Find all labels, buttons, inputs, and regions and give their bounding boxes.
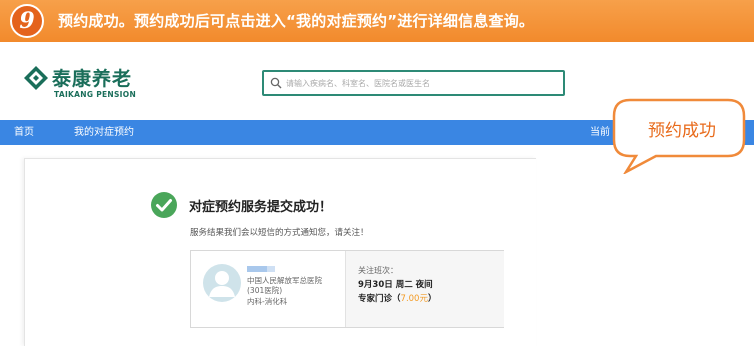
department: 内科-消化科 <box>247 297 288 306</box>
search-icon[interactable] <box>270 77 282 89</box>
search-box[interactable] <box>262 70 565 96</box>
clinic-fee-row: 专家门诊（7.00元） <box>358 292 436 304</box>
logo-chinese-text: 泰康养老 <box>52 68 133 90</box>
shift-info: 关注班次： 9月30日 周二 夜间 专家门诊（7.00元） <box>345 251 504 327</box>
callout-bubble: 预约成功 <box>612 98 746 174</box>
success-subtitle: 服务结果我们会以短信的方式通知您，请关注！ <box>190 228 369 238</box>
doctor-name-redacted <box>267 266 275 272</box>
clinic-type: 专家门诊 <box>358 294 393 304</box>
success-check-icon <box>151 192 177 218</box>
nav-item-current[interactable]: 当前 <box>590 120 610 145</box>
doctor-avatar-icon <box>203 264 241 302</box>
nav-item-my-booking[interactable]: 我的对症预约 <box>74 120 134 145</box>
doctor-name-redacted <box>247 266 267 272</box>
logo-mark-icon <box>24 66 48 90</box>
booking-card: 中国人民解放军总医院 (301医院) 内科-消化科 关注班次： 9月30日 周二… <box>190 250 504 328</box>
hospital-name: 中国人民解放军总医院 <box>247 276 322 285</box>
step-number-badge: 9 <box>10 4 44 38</box>
callout-text: 预约成功 <box>648 121 716 141</box>
nav-item-home[interactable]: 首页 <box>14 120 34 145</box>
logo-english-text: TAIKANG PENSION <box>54 90 137 99</box>
step-banner: 9 预约成功。预约成功后可点击进入“我的对症预约”进行详细信息查询。 <box>0 0 754 42</box>
price-open-paren: （ <box>392 294 401 304</box>
search-input[interactable] <box>286 74 556 92</box>
taikang-logo[interactable]: 泰康养老 TAIKANG PENSION <box>24 64 144 104</box>
hospital-alias: (301医院) <box>247 286 283 295</box>
price-close-paren: ） <box>427 294 437 304</box>
clinic-price: 7.00元 <box>400 294 428 304</box>
step-instruction: 预约成功。预约成功后可点击进入“我的对症预约”进行详细信息查询。 <box>58 12 535 30</box>
success-title: 对症预约服务提交成功！ <box>189 200 333 215</box>
shift-value: 9月30日 周二 夜间 <box>358 280 433 290</box>
shift-label: 关注班次： <box>358 266 398 275</box>
